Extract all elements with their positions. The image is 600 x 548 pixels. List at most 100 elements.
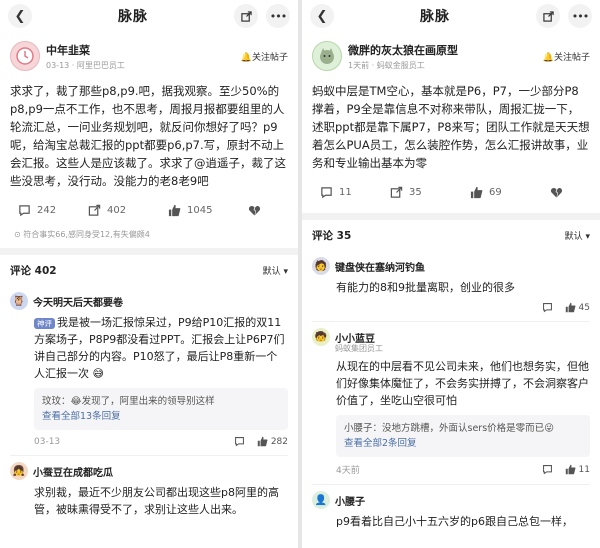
comment-item: 👤 小腰子 p9看着比自己小十五六岁的p6跟自己总包一样， [302,485,600,530]
repost-button[interactable]: 35 [390,186,470,199]
bell-icon: 🔔 [240,52,252,63]
comment-date: 4天前 [336,466,360,476]
post-actions: 242 402 1045 [0,190,298,217]
comment-icon [321,187,332,199]
comment-icon[interactable] [542,302,553,313]
comment-text: p9看着比自己小十五六岁的p6跟自己总包一样， [336,515,573,528]
person-avatar-icon: 👤 [314,494,328,506]
more-button[interactable]: ••• [266,4,290,28]
commenter-meta: 蚂蚁集团员工 [335,344,383,353]
author-name[interactable]: 微胖的灰太狼在画原型 [348,42,543,58]
author-meta: 03-13 · 阿里巴巴员工 [46,60,125,70]
repost-button[interactable]: 402 [88,204,168,217]
right-post-screen: ❮ 脉脉 ••• 微胖的灰太狼在画原型 1天前 · 蚂蚁金服员工 🔔关注帖子 蚂… [302,0,600,548]
top-bar: ❮ 脉脉 ••• [302,0,600,32]
commenter-name[interactable]: 键盘侠在塞纳河钓鱼 [335,259,425,274]
top-bar: ❮ 脉脉 ••• [0,0,298,32]
comment-icon[interactable] [234,436,245,447]
more-button[interactable]: ••• [568,4,592,28]
thumbs-up-icon [470,186,483,199]
more-icon: ••• [269,9,287,23]
follow-post-button[interactable]: 🔔关注帖子 [543,50,590,63]
dislike-button[interactable] [248,204,261,217]
sort-dropdown[interactable]: 默认 ▾ [263,264,288,277]
emoji-icon: 😂 [70,396,82,407]
comment-item: 🧒 小小蓝豆 蚂蚁集团员工 从现在的中层看不见公司未来，他们也想务实，但他们好像… [302,322,600,485]
person-avatar-icon: 🧒 [314,331,328,343]
reply-preview[interactable]: 玟玟：😂发现了，阿里出来的领导别这样 查看全部13条回复 [34,388,288,430]
broken-heart-icon [550,188,563,198]
commenter-name[interactable]: 今天明天后天都要卷 [33,294,123,309]
broken-heart-icon [248,206,261,216]
more-icon: ••• [571,9,589,23]
clock-avatar-icon [16,47,34,65]
avatar[interactable] [10,41,40,71]
commenter-name[interactable]: 小腰子 [335,493,365,508]
thumbs-up-icon [168,204,181,217]
share-button[interactable] [536,4,560,28]
repost-icon [390,186,403,198]
comments-header: 评论 402 默认 ▾ [0,255,298,286]
post-body: 蚂蚁中层是TM空心，基本就是P6，P7，一少部分P8撑着，P9全是靠信息不对称来… [312,84,590,170]
share-icon [240,10,252,22]
share-icon [542,10,554,22]
commenter-avatar[interactable]: 🧑 [312,257,330,275]
avatar[interactable] [312,41,342,71]
commenter-avatar[interactable]: 🦉 [10,292,28,310]
chevron-left-icon: ❮ [14,8,26,24]
comment-item: 🧑 键盘侠在塞纳河钓鱼 有能力的8和9批量离职，创业的很多 45 [302,251,600,322]
like-button[interactable]: 1045 [168,204,248,217]
comment-button[interactable]: 242 [18,204,88,217]
comment-item: 🦉 今天明天后天都要卷 神评 我是被一场汇报惊呆过，P9给P10汇报的双11方案场… [0,286,298,456]
app-title: 脉脉 [118,9,148,25]
featured-tag: 神评 [34,317,55,329]
comment-text: 求别裁，最近不少朋友公司都出现这些p8阿里的高管，被昧熏得受不了，求别让这些人出… [34,486,279,516]
comments-header: 评论 35 默认 ▾ [302,220,600,251]
reaction-summary: ⊙ 符合事实66,感同身受12,有失偏颇4 [14,230,150,239]
commenter-avatar[interactable]: 🧒 [312,328,330,346]
thumbs-up-icon [565,464,576,475]
dislike-button[interactable] [550,186,563,199]
filter-icon: ▾ [283,267,288,277]
commenter-avatar[interactable]: 👧 [10,462,28,480]
person-avatar-icon: 🧑 [314,260,328,272]
thumbs-up-icon [257,436,268,447]
comment-icon[interactable] [542,464,553,475]
view-all-replies-link[interactable]: 查看全部2条回复 [344,436,582,451]
back-button[interactable]: ❮ [8,4,32,28]
wolf-avatar-icon [320,48,334,64]
like-button[interactable]: 11 [565,464,590,475]
divider [302,213,600,220]
follow-post-button[interactable]: 🔔关注帖子 [241,50,288,63]
post-header: 微胖的灰太狼在画原型 1天前 · 蚂蚁金服员工 🔔关注帖子 [302,32,600,72]
comment-button[interactable]: 11 [320,186,390,199]
emoji-icon: 😜 [544,423,555,434]
back-button[interactable]: ❮ [310,4,334,28]
view-all-replies-link[interactable]: 查看全部13条回复 [42,409,280,424]
emoji-icon: 😅 [92,367,104,380]
filter-icon: ▾ [585,232,590,242]
owl-avatar-icon: 🦉 [12,295,26,307]
like-button[interactable]: 282 [257,436,288,447]
app-title: 脉脉 [420,9,450,25]
left-post-screen: ❮ 脉脉 ••• 中年韭菜 03-13 · 阿里巴巴员工 🔔关注帖子 求求了，裁… [0,0,298,548]
comment-date: 03-13 [34,436,61,447]
comment-icon [19,205,30,217]
author-meta: 1天前 · 蚂蚁金服员工 [348,60,425,70]
share-button[interactable] [234,4,258,28]
commenter-name[interactable]: 小蚕豆在成都吃瓜 [33,464,113,479]
post-header: 中年韭菜 03-13 · 阿里巴巴员工 🔔关注帖子 [0,32,298,72]
person-avatar-icon: 👧 [12,465,26,477]
post-actions: 11 35 69 [302,172,600,199]
chevron-left-icon: ❮ [316,8,328,24]
thumbs-up-icon [565,302,576,313]
bell-icon: 🔔 [542,52,554,63]
like-button[interactable]: 45 [565,302,590,313]
repost-icon [88,204,101,216]
author-name[interactable]: 中年韭菜 [46,42,241,58]
reply-preview[interactable]: 小腰子：没地方跳槽，外面认sers价格是零而已😜 查看全部2条回复 [336,415,590,457]
commenter-avatar[interactable]: 👤 [312,491,330,509]
comment-item: 👧 小蚕豆在成都吃瓜 求别裁，最近不少朋友公司都出现这些p8阿里的高管，被昧熏得… [0,456,298,518]
like-button[interactable]: 69 [470,186,550,199]
sort-dropdown[interactable]: 默认 ▾ [565,229,590,242]
